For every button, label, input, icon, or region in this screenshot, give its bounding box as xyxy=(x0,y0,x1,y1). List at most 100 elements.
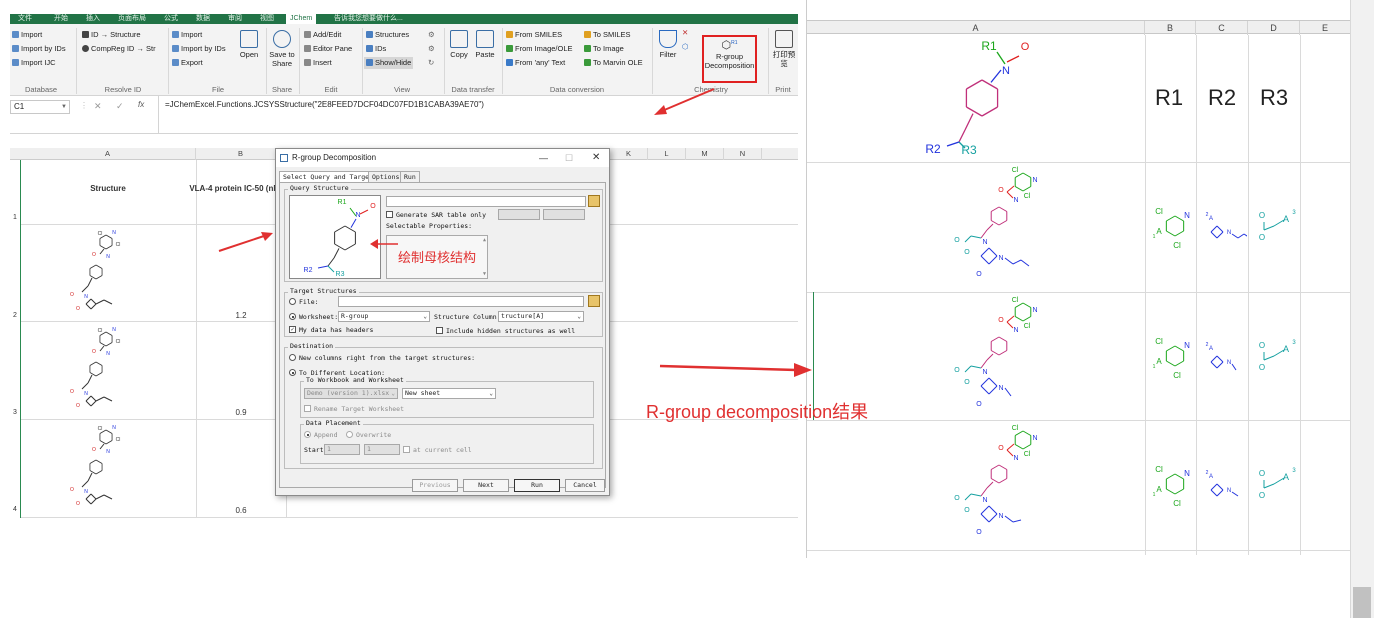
start-row-spinner[interactable]: 1 xyxy=(324,444,360,455)
to-marvin-ole-button[interactable]: To Marvin OLE xyxy=(584,58,643,68)
tab-file[interactable]: 文件 xyxy=(14,14,36,24)
scroll-down-icon[interactable]: ▼ xyxy=(483,271,486,277)
close-icon[interactable]: ✕ xyxy=(592,149,600,167)
r1-fragment-image[interactable]: Cl N Cl A1 xyxy=(1147,458,1195,512)
paste-button[interactable]: Paste xyxy=(472,30,498,59)
show-hide-button[interactable]: Show/Hide xyxy=(364,57,414,69)
r2-fragment-image[interactable]: 2AN xyxy=(1199,208,1247,248)
file-import-by-ids-button[interactable]: Import by IDs xyxy=(172,44,226,54)
tab-formulas[interactable]: 公式 xyxy=(160,14,182,24)
ids-button[interactable]: IDs xyxy=(366,44,386,54)
tab-run[interactable]: Run xyxy=(400,171,420,182)
sar-select-2[interactable] xyxy=(543,209,585,220)
colored-molecule-image[interactable]: ClNClONNOOON xyxy=(927,422,1047,548)
worksheet-radio[interactable] xyxy=(289,313,296,320)
colored-molecule-image[interactable]: ClNClONNOOON xyxy=(927,164,1047,290)
print-preview-button[interactable]: 打印预览 xyxy=(770,30,798,68)
column-header[interactable]: B xyxy=(1145,21,1196,35)
compreg-button[interactable]: CompReg ID → Str xyxy=(82,44,156,54)
header-ic50[interactable]: VLA-4 protein IC-50 (nM) xyxy=(186,184,286,193)
to-smiles-button[interactable]: To SMILES xyxy=(584,30,631,40)
start-col-spinner[interactable]: 1 xyxy=(364,444,400,455)
column-header[interactable]: D xyxy=(1248,21,1300,35)
row-number[interactable]: 1 xyxy=(10,214,20,221)
tab-review[interactable]: 审阅 xyxy=(224,14,246,24)
from-image-button[interactable]: From Image/OLE xyxy=(506,44,573,54)
r2-fragment-image[interactable]: 2AN xyxy=(1199,466,1247,506)
r1-fragment-image[interactable]: Cl N Cl A1 xyxy=(1147,200,1195,254)
molecule-image[interactable]: Cl NClO NNOO xyxy=(60,323,170,418)
previous-button[interactable]: Previous xyxy=(412,479,458,492)
header-structure[interactable]: Structure xyxy=(20,184,196,193)
open-button[interactable]: Open xyxy=(237,30,261,59)
import-ijc-button[interactable]: Import IJC xyxy=(12,58,56,68)
hexagon-icon[interactable]: ⬡ xyxy=(682,42,689,52)
generate-sar-checkbox[interactable] xyxy=(386,211,393,218)
column-header[interactable]: E xyxy=(1300,21,1351,35)
enter-icon[interactable]: ✓ xyxy=(116,101,124,112)
column-header[interactable]: M xyxy=(686,148,724,160)
id-to-structure-button[interactable]: ID → Structure xyxy=(82,30,141,40)
include-hidden-checkbox[interactable] xyxy=(436,327,443,334)
folder-open-icon[interactable] xyxy=(588,295,600,307)
export-button[interactable]: Export xyxy=(172,58,203,68)
tab-insert[interactable]: 插入 xyxy=(82,14,104,24)
insert-button[interactable]: Insert xyxy=(304,58,332,68)
r2-fragment-image[interactable]: 2AN xyxy=(1199,338,1247,378)
save-to-share-button[interactable]: Save to Share xyxy=(268,30,296,68)
rgroup-decomposition-button[interactable]: ⬡R1 R-group Decomposition xyxy=(704,37,755,70)
target-file-input[interactable] xyxy=(338,296,584,307)
filter-button[interactable]: Filter xyxy=(656,30,680,59)
view-option-2-icon[interactable]: ⚙ xyxy=(428,44,435,54)
file-import-button[interactable]: Import xyxy=(172,30,202,40)
molecule-image[interactable]: Cl NClO NNOO xyxy=(60,226,170,321)
tab-select-query[interactable]: Select Query and Target xyxy=(279,171,378,182)
r1-fragment-image[interactable]: Cl N Cl A1 xyxy=(1147,330,1195,384)
molecule-image[interactable]: Cl NClO NNOO xyxy=(60,421,170,516)
rename-ws-checkbox[interactable] xyxy=(304,405,311,412)
has-headers-checkbox[interactable]: ✓ xyxy=(289,326,296,333)
tab-page-layout[interactable]: 页面布局 xyxy=(114,14,150,24)
row-number[interactable]: 4 xyxy=(10,506,20,513)
new-columns-radio[interactable] xyxy=(289,354,296,361)
ic50-value[interactable]: 0.9 xyxy=(196,408,286,417)
ic50-value[interactable]: 0.6 xyxy=(196,506,286,515)
r3-fragment-image[interactable]: O O A3 xyxy=(1254,336,1298,376)
run-button[interactable]: Run xyxy=(514,479,560,492)
function-icon[interactable]: fx xyxy=(138,100,144,109)
name-box[interactable]: C1 ▼ xyxy=(10,100,70,114)
core-structure-image[interactable]: N R1 O R2 R3 xyxy=(907,36,1057,162)
workbook-select[interactable]: Demo (version 1).xlsx ⌄ xyxy=(304,388,398,399)
row-number[interactable]: 3 xyxy=(10,409,20,416)
import-button[interactable]: Import xyxy=(12,30,42,40)
from-any-text-button[interactable]: From 'any' Text xyxy=(506,58,565,68)
column-header[interactable]: N xyxy=(724,148,762,160)
import-by-ids-button[interactable]: Import by IDs xyxy=(12,44,66,54)
sheet-select[interactable]: New sheet ⌄ xyxy=(402,388,496,399)
ic50-value[interactable]: 1.2 xyxy=(196,311,286,320)
cancel-button[interactable]: Cancel xyxy=(565,479,605,492)
r3-fragment-image[interactable]: O O A3 xyxy=(1254,464,1298,504)
tab-home[interactable]: 开始 xyxy=(50,14,72,24)
r2-header[interactable]: R2 xyxy=(1208,85,1236,111)
folder-open-icon[interactable] xyxy=(588,195,600,207)
add-edit-button[interactable]: Add/Edit xyxy=(304,30,341,40)
tab-data[interactable]: 数据 xyxy=(192,14,214,24)
column-header[interactable]: K xyxy=(610,148,648,160)
row-number[interactable]: 2 xyxy=(10,312,20,319)
column-header[interactable]: L xyxy=(648,148,686,160)
overwrite-radio[interactable] xyxy=(346,431,353,438)
editor-pane-button[interactable]: Editor Pane xyxy=(304,44,352,54)
refresh-icon[interactable]: ↻ xyxy=(428,58,434,68)
colored-molecule-image[interactable]: ClNClONNOOON xyxy=(927,294,1047,420)
tab-jchem[interactable]: JChem xyxy=(286,14,317,24)
worksheet-select[interactable]: R-group ⌄ xyxy=(338,311,430,322)
append-radio[interactable] xyxy=(304,431,311,438)
next-button[interactable]: Next xyxy=(463,479,509,492)
tab-view[interactable]: 视图 xyxy=(256,14,278,24)
r3-header[interactable]: R3 xyxy=(1260,85,1288,111)
maximize-icon[interactable]: ☐ xyxy=(565,149,573,167)
cancel-icon[interactable]: ✕ xyxy=(94,101,102,112)
structure-column-select[interactable]: tructure[A] ⌄ xyxy=(498,311,584,322)
from-smiles-button[interactable]: From SMILES xyxy=(506,30,562,40)
